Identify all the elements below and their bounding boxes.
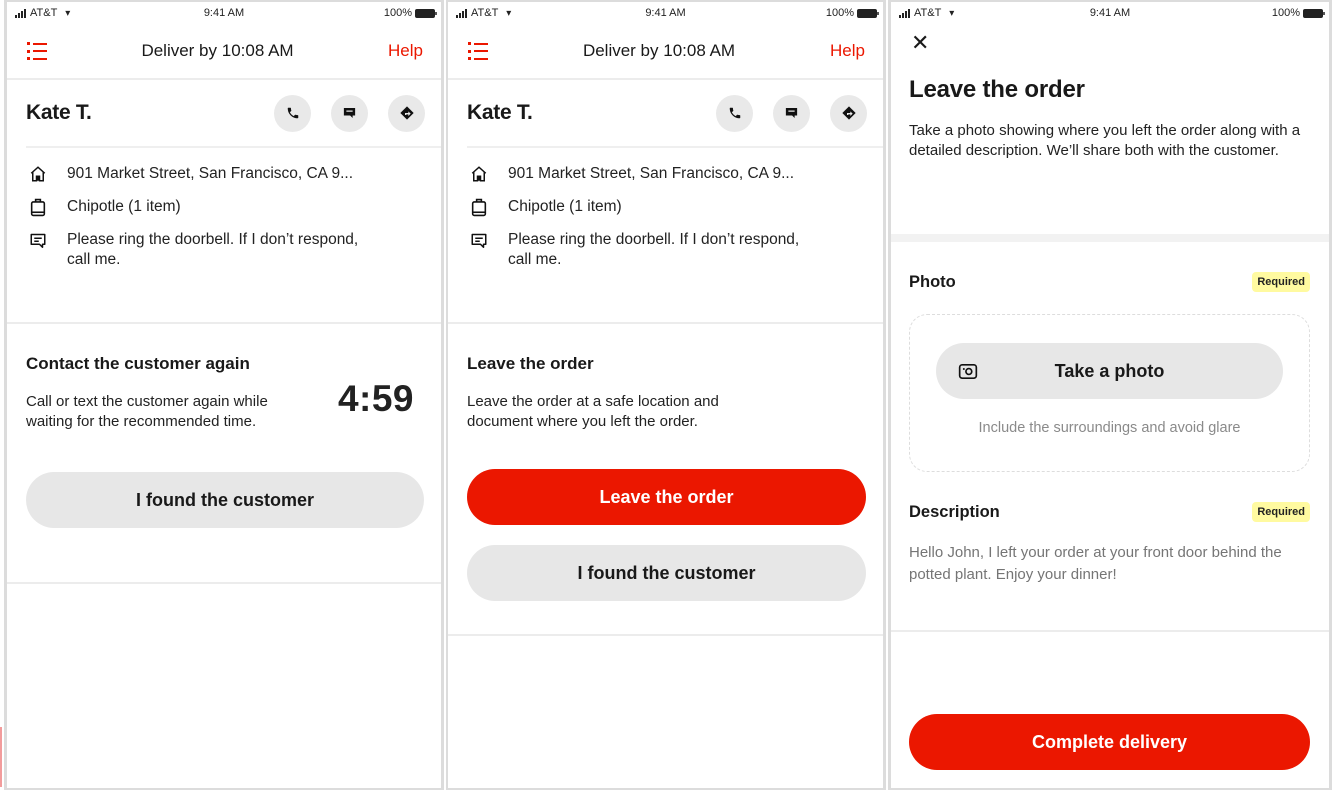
battery-icon xyxy=(857,8,879,18)
message-button[interactable] xyxy=(331,94,368,132)
wifi-icon: ▾ xyxy=(65,7,71,19)
note-row: Please ring the doorbell. If I don’t res… xyxy=(467,230,864,270)
phone-icon xyxy=(729,107,740,119)
section-title: Contact the customer again xyxy=(26,354,250,373)
status-bar: AT&T ▾ 9:41 AM 100% xyxy=(891,2,1329,24)
address-row: 901 Market Street, San Francisco, CA 9..… xyxy=(26,164,422,184)
required-badge: Required xyxy=(1252,502,1310,522)
directions-button[interactable] xyxy=(830,94,867,132)
battery-icon xyxy=(415,8,437,18)
leave-order-button[interactable]: Leave the order xyxy=(467,469,866,525)
description-input[interactable] xyxy=(909,542,1309,592)
take-photo-label: Take a photo xyxy=(1054,360,1165,381)
nav-bar: Deliver by 10:08 AM Help xyxy=(448,24,883,80)
note-icon xyxy=(467,230,491,250)
customer-name: Kate T. xyxy=(467,101,533,124)
battery-percent: 100% xyxy=(383,7,412,19)
found-customer-button[interactable]: I found the customer xyxy=(467,545,866,601)
deliver-by-title: Deliver by 10:08 AM xyxy=(582,41,736,60)
order-row: Chipotle (1 item) xyxy=(26,197,422,217)
required-badge: Required xyxy=(1252,272,1310,292)
contact-again-section: Contact the customer again Call or text … xyxy=(7,324,441,584)
phone-icon xyxy=(287,107,298,119)
customer-name: Kate T. xyxy=(26,101,92,124)
order-text: Chipotle (1 item) xyxy=(67,198,181,215)
carrier-label: AT&T xyxy=(30,7,58,19)
address-text: 901 Market Street, San Francisco, CA 9..… xyxy=(67,165,354,182)
bag-icon xyxy=(26,197,50,217)
order-info-list: 901 Market Street, San Francisco, CA 9..… xyxy=(448,148,883,324)
battery-percent: 100% xyxy=(1271,7,1300,19)
status-bar: AT&T ▾ 9:41 AM 100% xyxy=(7,2,441,24)
address-text: 901 Market Street, San Francisco, CA 9..… xyxy=(508,165,795,182)
take-photo-button[interactable]: Take a photo xyxy=(936,343,1283,399)
deliver-by-title: Deliver by 10:08 AM xyxy=(141,41,294,60)
carrier-label: AT&T xyxy=(914,7,942,19)
section-title: Leave the order xyxy=(467,354,594,373)
note-icon xyxy=(26,230,50,250)
wifi-icon: ▾ xyxy=(949,7,955,19)
status-bar: AT&T ▾ 9:41 AM 100% xyxy=(448,2,883,24)
directions-icon xyxy=(399,106,414,120)
directions-icon xyxy=(841,106,856,120)
battery-icon xyxy=(1303,8,1325,18)
close-row: ✕ xyxy=(891,24,1329,62)
carrier-label: AT&T xyxy=(471,7,499,19)
signal-icon xyxy=(456,8,467,18)
message-button[interactable] xyxy=(773,94,810,132)
note-text: Please ring the doorbell. If I don’t res… xyxy=(508,231,800,268)
status-time: 9:41 AM xyxy=(645,7,686,19)
chat-icon xyxy=(785,108,798,118)
help-link[interactable]: Help xyxy=(830,41,865,61)
countdown-timer: 4:59 xyxy=(337,378,414,419)
order-row: Chipotle (1 item) xyxy=(467,197,864,217)
wifi-icon: ▾ xyxy=(506,7,512,19)
bag-icon xyxy=(467,197,491,217)
description-field: Description Required xyxy=(891,472,1329,632)
nav-bar: Deliver by 10:08 AM Help xyxy=(7,24,441,80)
status-time: 9:41 AM xyxy=(203,7,245,19)
signal-icon xyxy=(15,8,26,18)
call-button[interactable] xyxy=(274,94,311,132)
home-icon xyxy=(467,164,491,184)
complete-delivery-button[interactable]: Complete delivery xyxy=(909,714,1310,770)
screen-contact-customer: AT&T ▾ 9:41 AM 100% Deliver by 10:08 AM … xyxy=(4,0,444,790)
chat-icon xyxy=(343,108,356,118)
leave-order-section: Leave the order Leave the order at a saf… xyxy=(448,324,883,636)
photo-label: Photo xyxy=(909,272,956,291)
battery-percent: 100% xyxy=(825,7,854,19)
address-row: 901 Market Street, San Francisco, CA 9..… xyxy=(467,164,864,184)
found-customer-button[interactable]: I found the customer xyxy=(26,472,424,528)
page-description: Take a photo showing where you left the … xyxy=(909,122,1301,159)
section-description: Leave the order at a safe location and d… xyxy=(467,393,719,430)
status-time: 9:41 AM xyxy=(1089,7,1131,19)
page-title: Leave the order xyxy=(909,76,1085,103)
photo-field: Photo Required Take a photo Include the … xyxy=(891,242,1329,472)
home-icon xyxy=(26,164,50,184)
screen-leave-order-form: AT&T ▾ 9:41 AM 100% ✕ Leave the order Ta… xyxy=(888,0,1332,790)
help-link[interactable]: Help xyxy=(388,41,423,61)
photo-hint: Include the surroundings and avoid glare xyxy=(978,420,1241,436)
order-info-list: 901 Market Street, San Francisco, CA 9..… xyxy=(7,148,441,324)
leave-order-header: Leave the order Take a photo showing whe… xyxy=(891,62,1329,242)
signal-icon xyxy=(899,8,910,18)
order-text: Chipotle (1 item) xyxy=(508,198,622,215)
menu-list-icon[interactable] xyxy=(27,42,47,60)
section-description: Call or text the customer again while wa… xyxy=(26,393,268,430)
customer-header: Kate T. xyxy=(7,80,441,146)
call-button[interactable] xyxy=(716,94,753,132)
description-label: Description xyxy=(909,502,1000,521)
screen-leave-order-option: AT&T ▾ 9:41 AM 100% Deliver by 10:08 AM … xyxy=(446,0,886,790)
menu-list-icon[interactable] xyxy=(468,42,488,60)
note-text: Please ring the doorbell. If I don’t res… xyxy=(67,231,359,268)
note-row: Please ring the doorbell. If I don’t res… xyxy=(26,230,422,270)
photo-dropzone: Take a photo Include the surroundings an… xyxy=(909,314,1310,472)
directions-button[interactable] xyxy=(388,94,425,132)
close-icon[interactable]: ✕ xyxy=(911,32,929,54)
customer-header: Kate T. xyxy=(448,80,883,146)
edge-marker xyxy=(0,727,2,787)
